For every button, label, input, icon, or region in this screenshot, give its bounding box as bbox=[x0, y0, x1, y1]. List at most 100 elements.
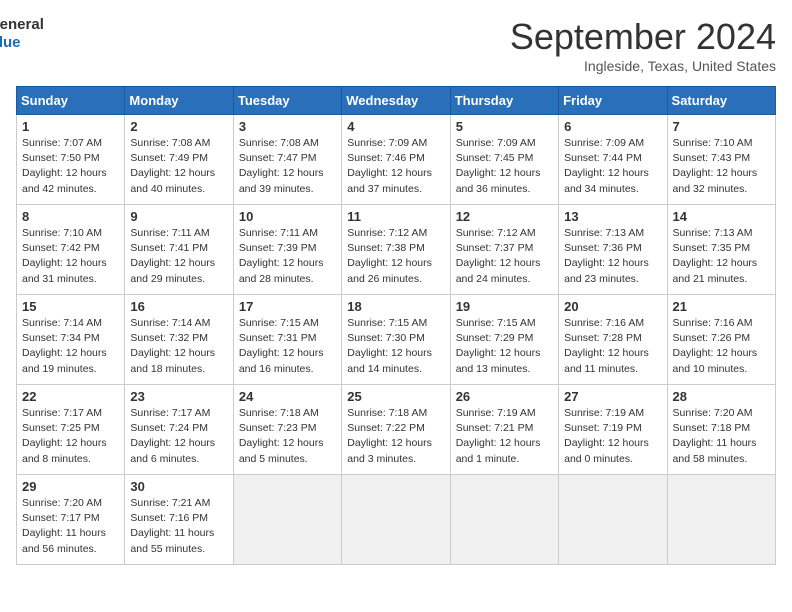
day-number: 20 bbox=[564, 299, 661, 314]
day-number: 14 bbox=[673, 209, 770, 224]
calendar-cell: 28 Sunrise: 7:20 AMSunset: 7:18 PMDayligh… bbox=[667, 385, 775, 475]
location-subtitle: Ingleside, Texas, United States bbox=[510, 58, 776, 74]
day-info: Sunrise: 7:09 AMSunset: 7:46 PMDaylight:… bbox=[347, 136, 444, 197]
day-info: Sunrise: 7:15 AMSunset: 7:30 PMDaylight:… bbox=[347, 316, 444, 377]
day-info: Sunrise: 7:11 AMSunset: 7:41 PMDaylight:… bbox=[130, 226, 227, 287]
day-info: Sunrise: 7:14 AMSunset: 7:32 PMDaylight:… bbox=[130, 316, 227, 377]
day-info: Sunrise: 7:19 AMSunset: 7:21 PMDaylight:… bbox=[456, 406, 553, 467]
col-header-saturday: Saturday bbox=[667, 87, 775, 115]
col-header-wednesday: Wednesday bbox=[342, 87, 450, 115]
day-info: Sunrise: 7:07 AMSunset: 7:50 PMDaylight:… bbox=[22, 136, 119, 197]
day-number: 25 bbox=[347, 389, 444, 404]
day-number: 4 bbox=[347, 119, 444, 134]
day-number: 22 bbox=[22, 389, 119, 404]
day-info: Sunrise: 7:10 AMSunset: 7:43 PMDaylight:… bbox=[673, 136, 770, 197]
col-header-sunday: Sunday bbox=[17, 87, 125, 115]
calendar-cell: 18 Sunrise: 7:15 AMSunset: 7:30 PMDayligh… bbox=[342, 295, 450, 385]
day-number: 6 bbox=[564, 119, 661, 134]
day-number: 15 bbox=[22, 299, 119, 314]
calendar-cell: 24 Sunrise: 7:18 AMSunset: 7:23 PMDayligh… bbox=[233, 385, 341, 475]
calendar-cell: 5 Sunrise: 7:09 AMSunset: 7:45 PMDaylight… bbox=[450, 115, 558, 205]
day-number: 5 bbox=[456, 119, 553, 134]
calendar-cell: 1Sunrise: 7:07 AMSunset: 7:50 PMDaylight… bbox=[17, 115, 125, 205]
calendar-cell: 14Sunrise: 7:13 AMSunset: 7:35 PMDayligh… bbox=[667, 205, 775, 295]
calendar-cell bbox=[450, 475, 558, 565]
day-number: 13 bbox=[564, 209, 661, 224]
day-number: 18 bbox=[347, 299, 444, 314]
day-number: 17 bbox=[239, 299, 336, 314]
day-info: Sunrise: 7:09 AMSunset: 7:45 PMDaylight:… bbox=[456, 136, 553, 197]
day-info: Sunrise: 7:08 AMSunset: 7:49 PMDaylight:… bbox=[130, 136, 227, 197]
calendar-cell: 9Sunrise: 7:11 AMSunset: 7:41 PMDaylight… bbox=[125, 205, 233, 295]
calendar-cell: 16 Sunrise: 7:14 AMSunset: 7:32 PMDayligh… bbox=[125, 295, 233, 385]
calendar-cell: 12 Sunrise: 7:12 AMSunset: 7:37 PMDayligh… bbox=[450, 205, 558, 295]
day-number: 12 bbox=[456, 209, 553, 224]
day-number: 26 bbox=[456, 389, 553, 404]
calendar-cell: 29Sunrise: 7:20 AMSunset: 7:17 PMDayligh… bbox=[17, 475, 125, 565]
day-number: 27 bbox=[564, 389, 661, 404]
day-info: Sunrise: 7:20 AMSunset: 7:18 PMDaylight:… bbox=[673, 406, 770, 467]
title-block: September 2024 Ingleside, Texas, United … bbox=[510, 16, 776, 74]
day-info: Sunrise: 7:12 AMSunset: 7:37 PMDaylight:… bbox=[456, 226, 553, 287]
calendar-cell: 6 Sunrise: 7:09 AMSunset: 7:44 PMDaylight… bbox=[559, 115, 667, 205]
calendar-cell: 10Sunrise: 7:11 AMSunset: 7:39 PMDayligh… bbox=[233, 205, 341, 295]
day-info: Sunrise: 7:12 AMSunset: 7:38 PMDaylight:… bbox=[347, 226, 444, 287]
calendar-cell: 23 Sunrise: 7:17 AMSunset: 7:24 PMDayligh… bbox=[125, 385, 233, 475]
day-info: Sunrise: 7:15 AMSunset: 7:29 PMDaylight:… bbox=[456, 316, 553, 377]
day-info: Sunrise: 7:20 AMSunset: 7:17 PMDaylight:… bbox=[22, 496, 119, 557]
calendar-cell: 11 Sunrise: 7:12 AMSunset: 7:38 PMDayligh… bbox=[342, 205, 450, 295]
page-header: General Blue General Blue September 2024… bbox=[16, 16, 776, 74]
day-info: Sunrise: 7:17 AMSunset: 7:25 PMDaylight:… bbox=[22, 406, 119, 467]
col-header-monday: Monday bbox=[125, 87, 233, 115]
day-info: Sunrise: 7:17 AMSunset: 7:24 PMDaylight:… bbox=[130, 406, 227, 467]
day-info: Sunrise: 7:15 AMSunset: 7:31 PMDaylight:… bbox=[239, 316, 336, 377]
calendar-cell bbox=[559, 475, 667, 565]
calendar-cell: 22 Sunrise: 7:17 AMSunset: 7:25 PMDayligh… bbox=[17, 385, 125, 475]
calendar-cell bbox=[342, 475, 450, 565]
day-number: 19 bbox=[456, 299, 553, 314]
day-info: Sunrise: 7:18 AMSunset: 7:23 PMDaylight:… bbox=[239, 406, 336, 467]
calendar-table: SundayMondayTuesdayWednesdayThursdayFrid… bbox=[16, 86, 776, 565]
day-info: Sunrise: 7:10 AMSunset: 7:42 PMDaylight:… bbox=[22, 226, 119, 287]
calendar-body: 1Sunrise: 7:07 AMSunset: 7:50 PMDaylight… bbox=[17, 115, 776, 565]
day-number: 7 bbox=[673, 119, 770, 134]
logo-blue: Blue bbox=[0, 34, 44, 52]
day-number: 2 bbox=[130, 119, 227, 134]
calendar-cell: 2 Sunrise: 7:08 AMSunset: 7:49 PMDaylight… bbox=[125, 115, 233, 205]
logo-general: General bbox=[0, 16, 44, 34]
day-number: 23 bbox=[130, 389, 227, 404]
day-info: Sunrise: 7:14 AMSunset: 7:34 PMDaylight:… bbox=[22, 316, 119, 377]
calendar-cell: 20 Sunrise: 7:16 AMSunset: 7:28 PMDayligh… bbox=[559, 295, 667, 385]
day-info: Sunrise: 7:18 AMSunset: 7:22 PMDaylight:… bbox=[347, 406, 444, 467]
calendar-header-row: SundayMondayTuesdayWednesdayThursdayFrid… bbox=[17, 87, 776, 115]
day-info: Sunrise: 7:16 AMSunset: 7:28 PMDaylight:… bbox=[564, 316, 661, 377]
logo: General Blue General Blue bbox=[16, 16, 44, 52]
calendar-cell: 15 Sunrise: 7:14 AMSunset: 7:34 PMDayligh… bbox=[17, 295, 125, 385]
calendar-cell: 30Sunrise: 7:21 AMSunset: 7:16 PMDayligh… bbox=[125, 475, 233, 565]
col-header-tuesday: Tuesday bbox=[233, 87, 341, 115]
day-number: 24 bbox=[239, 389, 336, 404]
day-info: Sunrise: 7:09 AMSunset: 7:44 PMDaylight:… bbox=[564, 136, 661, 197]
day-number: 16 bbox=[130, 299, 227, 314]
col-header-friday: Friday bbox=[559, 87, 667, 115]
day-number: 3 bbox=[239, 119, 336, 134]
day-number: 10 bbox=[239, 209, 336, 224]
calendar-cell: 17 Sunrise: 7:15 AMSunset: 7:31 PMDayligh… bbox=[233, 295, 341, 385]
day-number: 11 bbox=[347, 209, 444, 224]
calendar-cell: 19 Sunrise: 7:15 AMSunset: 7:29 PMDayligh… bbox=[450, 295, 558, 385]
calendar-week-row: 22 Sunrise: 7:17 AMSunset: 7:25 PMDayligh… bbox=[17, 385, 776, 475]
day-number: 30 bbox=[130, 479, 227, 494]
day-info: Sunrise: 7:16 AMSunset: 7:26 PMDaylight:… bbox=[673, 316, 770, 377]
calendar-cell: 25 Sunrise: 7:18 AMSunset: 7:22 PMDayligh… bbox=[342, 385, 450, 475]
calendar-week-row: 8Sunrise: 7:10 AMSunset: 7:42 PMDaylight… bbox=[17, 205, 776, 295]
month-title: September 2024 bbox=[510, 16, 776, 58]
calendar-week-row: 29Sunrise: 7:20 AMSunset: 7:17 PMDayligh… bbox=[17, 475, 776, 565]
calendar-cell: 27Sunrise: 7:19 AMSunset: 7:19 PMDayligh… bbox=[559, 385, 667, 475]
calendar-cell bbox=[667, 475, 775, 565]
calendar-cell: 13 Sunrise: 7:13 AMSunset: 7:36 PMDayligh… bbox=[559, 205, 667, 295]
day-info: Sunrise: 7:13 AMSunset: 7:36 PMDaylight:… bbox=[564, 226, 661, 287]
day-number: 28 bbox=[673, 389, 770, 404]
day-info: Sunrise: 7:08 AMSunset: 7:47 PMDaylight:… bbox=[239, 136, 336, 197]
calendar-cell: 4 Sunrise: 7:09 AMSunset: 7:46 PMDaylight… bbox=[342, 115, 450, 205]
calendar-week-row: 15 Sunrise: 7:14 AMSunset: 7:34 PMDayligh… bbox=[17, 295, 776, 385]
